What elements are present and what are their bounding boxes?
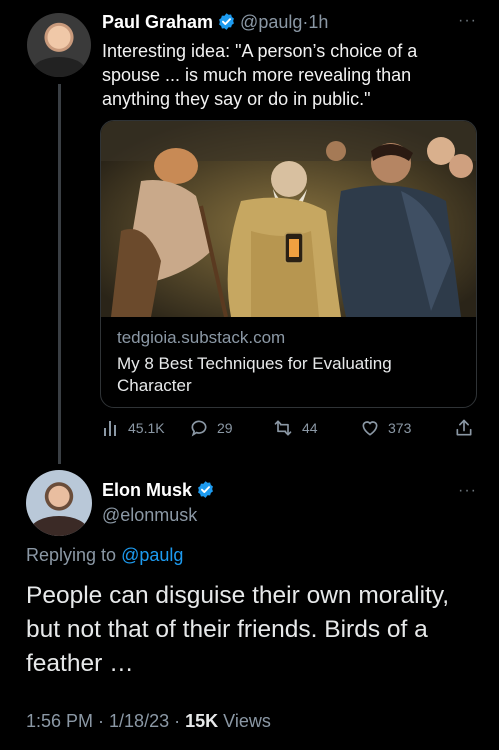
retweet-button[interactable]: 44 [272, 416, 318, 440]
parent-tweet-text: Interesting idea: "A person’s choice of … [102, 41, 418, 109]
card-title: My 8 Best Techniques for Evaluating Char… [117, 354, 392, 395]
retweet-icon [274, 420, 292, 436]
like-icon [362, 421, 378, 436]
views-button[interactable]: 45.1K [102, 416, 165, 440]
parent-tweet-time[interactable]: 1h [308, 12, 328, 32]
more-options-icon[interactable]: ··· [458, 482, 477, 500]
thread-connector-line [58, 84, 61, 464]
reply-author-handle[interactable]: @elonmusk [102, 505, 197, 526]
like-button[interactable]: 373 [360, 416, 411, 440]
reply-tweet-text: People can disguise their own morality, … [26, 582, 450, 677]
reply-icon [191, 420, 207, 437]
parent-author-name[interactable]: Paul Graham [102, 12, 213, 32]
tweet-views-label: Views [223, 711, 271, 731]
like-count: 373 [388, 420, 412, 436]
share-button[interactable] [454, 416, 482, 440]
parent-author-handle[interactable]: @paulg [240, 12, 302, 32]
card-domain: tedgioia.substack.com [117, 328, 286, 347]
tweet-timestamp[interactable]: 1:56 PM · 1/18/23 · [26, 711, 180, 731]
verified-badge-icon [196, 480, 215, 504]
elon-musk-avatar[interactable] [26, 470, 92, 536]
views-count: 45.1K [128, 420, 165, 436]
reply-author-row: Elon Musk [102, 480, 219, 504]
reply-count: 29 [217, 420, 233, 436]
replying-to-line: Replying to @paulg [26, 545, 183, 566]
replying-to-link[interactable]: @paulg [121, 545, 183, 565]
retweet-count: 44 [302, 420, 318, 436]
link-card[interactable]: tedgioia.substack.com My 8 Best Techniqu… [100, 120, 477, 408]
card-painting-image [101, 121, 476, 317]
views-icon [104, 421, 116, 436]
tweet-meta: 1:56 PM · 1/18/23 · 15K Views [26, 711, 271, 732]
more-options-icon[interactable]: ··· [458, 12, 477, 30]
reply-author-name[interactable]: Elon Musk [102, 480, 192, 500]
share-icon [456, 419, 472, 436]
tweet-view-count: 15K [185, 711, 219, 731]
verified-badge-icon [217, 12, 236, 36]
paul-graham-avatar[interactable] [27, 13, 91, 77]
reply-button[interactable]: 29 [189, 416, 233, 440]
parent-tweet-header: Paul Graham @paulg·1h [102, 12, 328, 36]
replying-to-prefix: Replying to [26, 545, 117, 565]
